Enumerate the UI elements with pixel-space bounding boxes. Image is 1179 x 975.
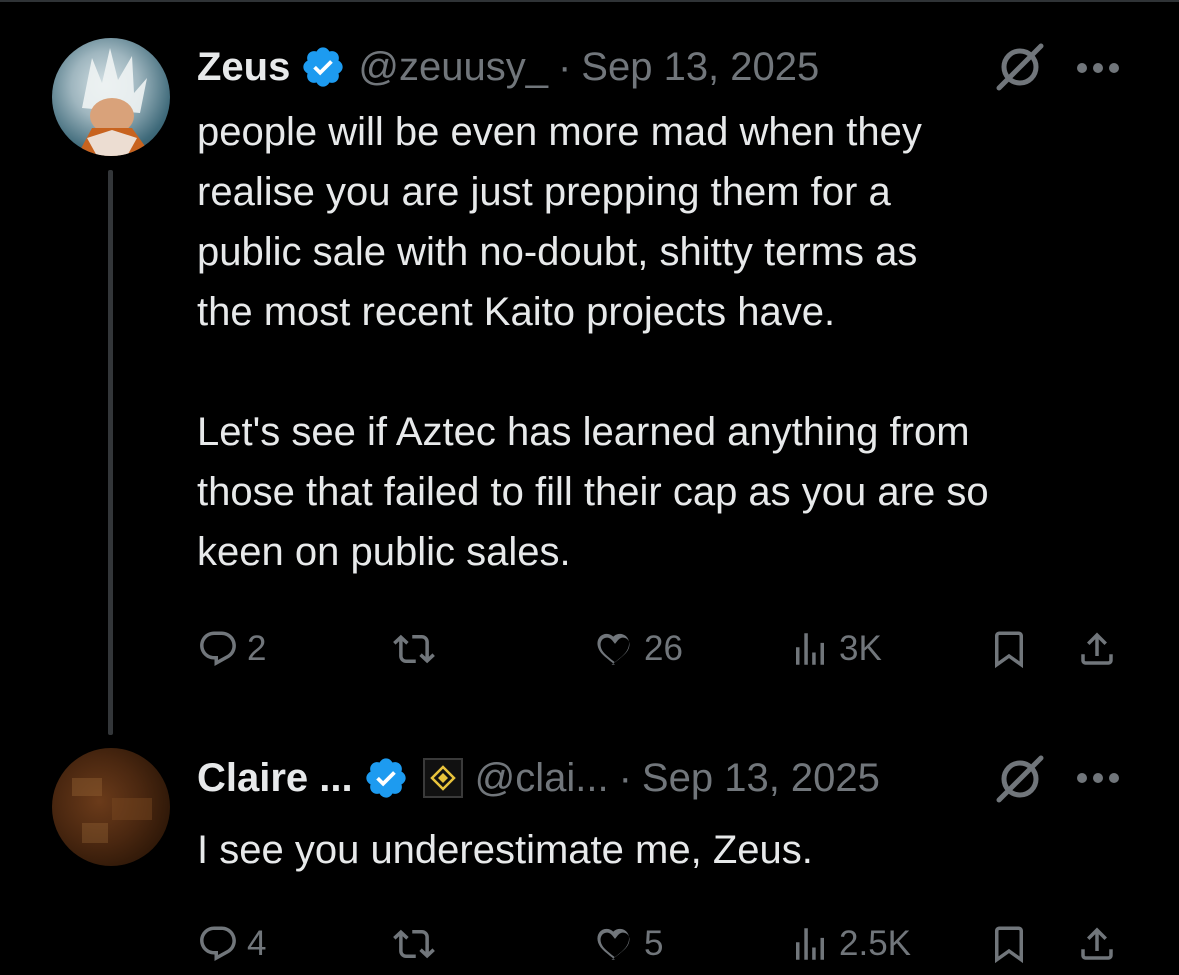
post-text: Let's see if Aztec has learned anything … <box>197 410 989 574</box>
views-icon <box>796 928 824 960</box>
share-button[interactable] <box>1076 923 1118 965</box>
reply-button[interactable]: 2 <box>197 628 266 670</box>
like-icon <box>597 633 630 665</box>
views-icon <box>796 633 824 665</box>
like-button[interactable]: 5 <box>594 923 663 965</box>
bookmark-icon <box>995 926 1023 964</box>
views-button[interactable]: 3K <box>789 628 882 670</box>
share-button[interactable] <box>1076 628 1118 670</box>
repost-button[interactable] <box>393 628 443 670</box>
bookmark-button[interactable] <box>988 628 1030 670</box>
like-count: 26 <box>644 629 683 668</box>
reply-icon <box>200 926 236 961</box>
separator-dot: · <box>557 44 572 89</box>
grok-icon[interactable] <box>993 752 1047 806</box>
reply-count: 2 <box>247 629 267 668</box>
user-handle[interactable]: @zeuusy_ <box>358 45 548 90</box>
repost-icon <box>393 929 435 959</box>
more-icon[interactable] <box>1074 768 1122 788</box>
display-name[interactable]: Claire ... <box>197 756 353 801</box>
avatar[interactable] <box>52 748 170 866</box>
reply-count: 4 <box>247 924 267 963</box>
affiliate-badge[interactable] <box>422 758 463 798</box>
bookmark-icon <box>995 631 1023 669</box>
more-icon[interactable] <box>1074 58 1122 78</box>
repost-icon <box>393 634 435 664</box>
reply-button[interactable]: 4 <box>197 923 266 965</box>
post-header: Claire ... @clai... · Sep 13, 2025 <box>197 753 880 803</box>
view-count: 2.5K <box>839 924 911 963</box>
post-text: I see you underestimate me, Zeus. <box>197 828 813 872</box>
top-divider <box>0 0 1179 2</box>
separator-dot: · <box>618 755 632 800</box>
user-handle[interactable]: @clai... <box>475 756 609 801</box>
display-name[interactable]: Zeus <box>197 45 290 90</box>
post-text: people will be even more mad when they r… <box>197 110 922 334</box>
avatar[interactable] <box>52 38 170 156</box>
share-icon <box>1081 632 1113 665</box>
like-button[interactable]: 26 <box>594 628 683 670</box>
post-date[interactable]: Sep 13, 2025 <box>581 45 819 90</box>
verified-badge-icon <box>365 758 406 798</box>
post-header: Zeus @zeuusy_ · Sep 13, 2025 <box>197 42 819 92</box>
repost-button[interactable] <box>393 923 443 965</box>
view-count: 3K <box>839 629 882 668</box>
like-count: 5 <box>644 924 664 963</box>
bookmark-button[interactable] <box>988 923 1030 965</box>
action-bar: 4 5 2.5K <box>0 915 1179 975</box>
share-icon <box>1081 927 1113 960</box>
diamond-icon <box>429 765 456 791</box>
grok-icon[interactable] <box>993 40 1047 94</box>
post-date[interactable]: Sep 13, 2025 <box>642 756 880 801</box>
views-button[interactable]: 2.5K <box>789 923 911 965</box>
reply-icon <box>200 631 236 666</box>
like-icon <box>597 928 630 960</box>
action-bar: 2 26 3K <box>0 620 1179 680</box>
verified-badge-icon <box>303 47 344 87</box>
